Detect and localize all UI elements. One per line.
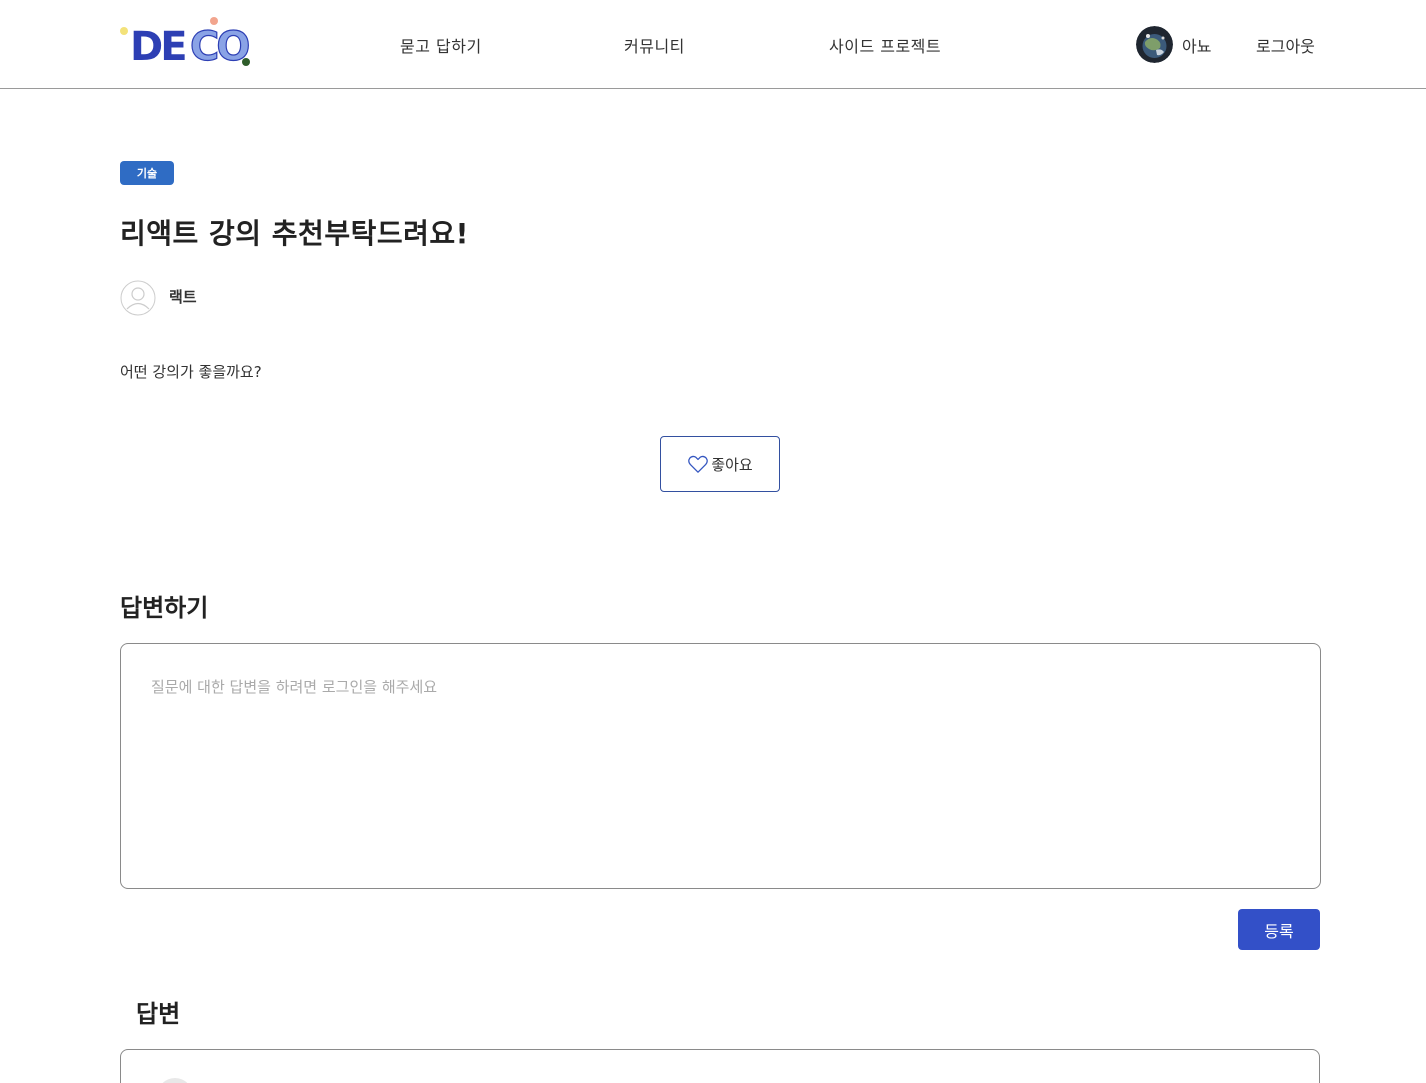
- answer-author-avatar: [157, 1078, 193, 1083]
- author-avatar: [120, 280, 156, 316]
- answer-card: [120, 1049, 1320, 1083]
- user-avatar[interactable]: [1136, 26, 1173, 63]
- globe-avatar-icon: [1136, 26, 1173, 63]
- author-name[interactable]: 랙트: [169, 286, 197, 307]
- nav-community[interactable]: 커뮤니티: [624, 33, 685, 57]
- answer-form-heading: 답변하기: [120, 594, 209, 622]
- user-name[interactable]: 아뇨: [1182, 33, 1211, 57]
- nav-qna[interactable]: 묻고 답하기: [400, 33, 482, 57]
- submit-answer-button[interactable]: 등록: [1238, 909, 1320, 950]
- heart-icon: [688, 455, 709, 473]
- category-badge: 기술: [120, 161, 174, 185]
- answers-heading: 답변: [136, 1000, 181, 1028]
- nav-side-project[interactable]: 사이드 프로젝트: [829, 33, 941, 57]
- like-label: 좋아요: [711, 456, 753, 474]
- logout-link[interactable]: 로그아웃: [1256, 33, 1315, 57]
- default-user-icon: [120, 280, 156, 316]
- site-header: DE CO 묻고 답하기 커뮤니티 사이드 프로젝트 아뇨 로그아웃: [0, 0, 1426, 89]
- svg-text:DE: DE: [130, 24, 185, 70]
- post-body: 어떤 강의가 좋을까요?: [120, 363, 262, 381]
- answer-input[interactable]: [120, 643, 1321, 889]
- deco-logo[interactable]: DE CO: [118, 14, 254, 71]
- svg-text:CO: CO: [190, 24, 248, 70]
- like-button[interactable]: 좋아요: [660, 436, 780, 492]
- post-title: 리액트 강의 추천부탁드려요!: [120, 217, 469, 250]
